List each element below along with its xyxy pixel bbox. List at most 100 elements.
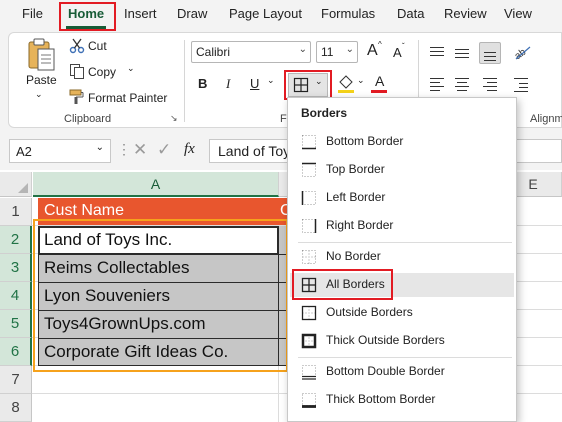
menu-item-right-border[interactable]: Right Border: [290, 214, 514, 238]
cancel-entry-icon[interactable]: ✕: [133, 140, 147, 160]
grow-font-button[interactable]: A: [367, 42, 378, 60]
copy-chevron-icon[interactable]: ⌄: [127, 63, 135, 74]
bottom-border-icon: [302, 135, 316, 150]
tab-insert[interactable]: Insert: [124, 6, 157, 21]
font-name-value: Calibri: [196, 45, 231, 59]
paste-label: Paste: [26, 73, 57, 87]
tab-view[interactable]: View: [504, 6, 532, 21]
active-tab-indicator: [66, 26, 106, 29]
left-border-icon: [301, 191, 316, 205]
copy-label: Copy: [88, 65, 117, 79]
tab-file[interactable]: File: [22, 6, 43, 21]
cell-a6[interactable]: Corporate Gift Ideas Co.: [44, 342, 228, 362]
font-group-label: F: [280, 113, 287, 125]
orientation-icon[interactable]: ab: [512, 43, 536, 61]
menu-item-all-borders[interactable]: All Borders: [290, 273, 514, 297]
scissors-icon: [69, 38, 85, 54]
borders-chevron-icon: ⌄: [315, 76, 323, 86]
borders-button[interactable]: ⌄: [288, 73, 328, 97]
cell-border: [38, 254, 288, 255]
font-color-bar: [371, 90, 387, 93]
underline-chevron-icon[interactable]: ⌄: [267, 75, 275, 86]
italic-button[interactable]: I: [226, 76, 230, 92]
row-header-5[interactable]: 5: [0, 310, 32, 338]
menu-item-no-border[interactable]: No Border: [290, 245, 514, 269]
cut-label: Cut: [88, 39, 107, 53]
grow-font-arrow-icon: ^: [378, 40, 382, 49]
all-borders-icon: [293, 77, 309, 93]
fill-color-chevron-icon[interactable]: ⌄: [357, 75, 365, 86]
cell-a2[interactable]: Land of Toys Inc.: [44, 230, 172, 250]
menu-item-label: Bottom Double Border: [326, 364, 445, 378]
row-header-6[interactable]: 6: [0, 338, 32, 366]
menu-item-label: All Borders: [326, 277, 385, 291]
format-painter-label: Format Painter: [88, 91, 168, 105]
menu-item-thick-outside-borders[interactable]: Thick Outside Borders: [290, 329, 514, 353]
menu-item-label: Thick Outside Borders: [326, 333, 445, 347]
tab-page-layout[interactable]: Page Layout: [229, 6, 302, 21]
cell-a5[interactable]: Toys4GrownUps.com: [44, 314, 206, 334]
bold-button[interactable]: B: [198, 76, 207, 91]
insert-function-button[interactable]: fx: [184, 141, 195, 158]
column-header-a[interactable]: A: [33, 172, 279, 197]
svg-text:ab: ab: [513, 47, 529, 61]
cell-border: [38, 310, 288, 311]
menu-item-label: Outside Borders: [326, 305, 413, 319]
row-header-1[interactable]: 1: [0, 198, 32, 226]
menu-item-label: Left Border: [326, 190, 386, 204]
cell-border: [38, 338, 288, 339]
menu-separator: [298, 242, 512, 243]
menu-item-thick-bottom-border[interactable]: Thick Bottom Border: [290, 388, 514, 412]
clipboard-launcher-icon[interactable]: ↘: [170, 113, 178, 124]
no-border-icon: [302, 250, 316, 264]
paintbrush-icon: [69, 89, 84, 104]
shrink-font-button[interactable]: A: [393, 45, 402, 60]
cell-a1[interactable]: Cust Name: [38, 198, 278, 225]
tab-draw[interactable]: Draw: [177, 6, 207, 21]
tab-home[interactable]: Home: [68, 6, 104, 21]
name-box[interactable]: A2 ⌄: [9, 139, 111, 163]
thick-bottom-border-icon: [302, 393, 316, 408]
row-header-4[interactable]: 4: [0, 282, 32, 310]
clipboard-group-label: Clipboard: [64, 113, 112, 125]
cell-border: [38, 365, 288, 366]
underline-button[interactable]: U: [250, 76, 259, 91]
borders-menu-title: Borders: [301, 106, 348, 120]
confirm-entry-icon[interactable]: ✓: [157, 140, 171, 160]
menu-item-label: Top Border: [326, 162, 385, 176]
clipboard-icon: [28, 38, 55, 71]
formula-bar-dots-icon: ⋮: [117, 141, 131, 157]
right-border-icon: [302, 219, 317, 233]
ribbon-separator: [184, 40, 185, 122]
align-bottom-button[interactable]: [479, 42, 501, 64]
ribbon-tab-bar: File Home Insert Draw Page Layout Formul…: [0, 0, 562, 32]
name-box-value: A2: [16, 144, 32, 159]
tab-review[interactable]: Review: [444, 6, 487, 21]
cell-a4[interactable]: Lyon Souveniers: [44, 286, 170, 306]
menu-item-left-border[interactable]: Left Border: [290, 186, 514, 210]
menu-item-top-border[interactable]: Top Border: [290, 158, 514, 182]
font-name-select[interactable]: Calibri ⌄: [191, 41, 311, 63]
menu-item-label: No Border: [326, 249, 381, 263]
name-box-chevron-icon[interactable]: ⌄: [96, 142, 104, 153]
select-all-corner[interactable]: [0, 172, 32, 197]
alignment-group-label: Alignm: [530, 113, 562, 125]
menu-item-bottom-double-border[interactable]: Bottom Double Border: [290, 360, 514, 384]
tab-data[interactable]: Data: [397, 6, 424, 21]
row-header-2[interactable]: 2: [0, 226, 32, 254]
paste-chevron-icon: ⌄: [35, 89, 43, 99]
all-borders-icon: [301, 277, 317, 293]
copy-icon: [70, 64, 84, 79]
menu-item-label: Bottom Border: [326, 134, 404, 148]
fill-color-icon[interactable]: [337, 74, 355, 94]
font-size-select[interactable]: 11 ⌄: [316, 41, 358, 63]
menu-separator: [298, 357, 512, 358]
row-header-8[interactable]: 8: [0, 394, 32, 422]
menu-item-outside-borders[interactable]: Outside Borders: [290, 301, 514, 325]
row-header-7[interactable]: 7: [0, 366, 32, 394]
font-color-icon[interactable]: A: [375, 73, 384, 89]
tab-formulas[interactable]: Formulas: [321, 6, 375, 21]
menu-item-bottom-border[interactable]: Bottom Border: [290, 130, 514, 154]
row-header-3[interactable]: 3: [0, 254, 32, 282]
cell-a3[interactable]: Reims Collectables: [44, 258, 190, 278]
